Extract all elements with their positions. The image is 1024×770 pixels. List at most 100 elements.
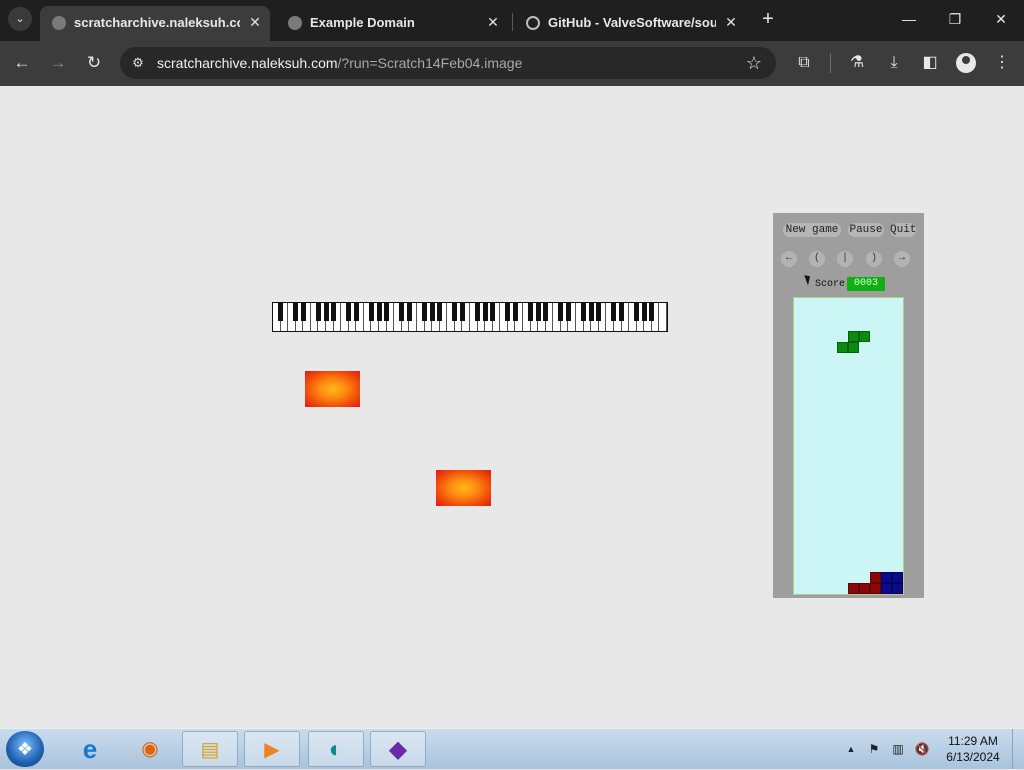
network-icon[interactable]: ▥ [890, 739, 906, 759]
labs-flask-icon[interactable]: ⚗ [846, 52, 868, 74]
black-key[interactable] [399, 303, 405, 321]
rotate-right-button[interactable]: ) [866, 251, 882, 267]
black-key[interactable] [611, 303, 617, 321]
black-key[interactable] [641, 303, 647, 321]
taskbar-clock[interactable]: 11:29 AM 6/13/2024 [942, 733, 1004, 765]
black-key[interactable] [346, 303, 352, 321]
close-window-button[interactable]: ✕ [986, 8, 1016, 30]
black-key[interactable] [369, 303, 374, 321]
settled-cell [859, 583, 870, 594]
black-key[interactable] [528, 303, 534, 321]
side-panel-icon[interactable]: ◧ [919, 52, 941, 74]
close-icon[interactable]: ✕ [246, 13, 264, 31]
extensions-icon[interactable]: ⧉ [793, 52, 815, 74]
rotate-left-button[interactable]: ( [809, 251, 825, 267]
black-key[interactable] [384, 303, 390, 321]
site-info-icon[interactable]: ⚙ [130, 55, 146, 71]
black-key[interactable] [558, 303, 564, 321]
black-key[interactable] [619, 303, 625, 321]
black-key[interactable] [596, 303, 602, 321]
show-desktop-button[interactable] [1012, 729, 1024, 769]
new-game-button[interactable]: New game [783, 223, 841, 237]
media-player-icon[interactable]: ▶ [244, 731, 300, 767]
close-icon[interactable]: ✕ [722, 13, 740, 31]
volume-muted-icon[interactable]: 🔇 [914, 739, 930, 759]
black-key[interactable] [323, 303, 329, 321]
black-key[interactable] [452, 303, 458, 321]
black-key[interactable] [429, 303, 435, 321]
black-key[interactable] [588, 303, 594, 321]
score-value: 0003 [847, 277, 885, 291]
page-content: New game Pause Quit ← ( | ) → Score: 000… [0, 86, 1024, 728]
tetris-board[interactable] [793, 297, 904, 595]
black-key[interactable] [406, 303, 412, 321]
file-explorer-icon[interactable]: ▤ [182, 731, 238, 767]
tab-example-domain[interactable]: Example Domain ✕ [276, 6, 508, 41]
piano-keyboard[interactable] [272, 302, 668, 332]
move-left-button[interactable]: ← [781, 251, 797, 267]
taskbar-glyph: ◆ [388, 736, 408, 763]
black-key[interactable] [581, 303, 587, 321]
internet-explorer-icon[interactable]: e [62, 731, 118, 767]
drop-button[interactable]: | [837, 251, 853, 267]
white-key[interactable] [659, 303, 667, 331]
tab-scratcharchive[interactable]: scratcharchive.naleksuh.com/? ✕ [40, 6, 270, 41]
forward-button[interactable]: → [47, 52, 69, 74]
black-key[interactable] [353, 303, 359, 321]
black-key[interactable] [300, 303, 306, 321]
close-icon[interactable]: ✕ [484, 13, 502, 31]
settled-cell [892, 572, 903, 583]
settled-cell [870, 583, 881, 594]
start-button[interactable]: ❖ [6, 731, 44, 767]
back-button[interactable]: ← [11, 52, 33, 74]
tab-title: scratcharchive.naleksuh.com/? [74, 15, 240, 30]
visual-studio-icon[interactable]: ◆ [370, 731, 426, 767]
move-right-button[interactable]: → [894, 251, 910, 267]
black-key[interactable] [482, 303, 488, 321]
show-hidden-icons-icon[interactable]: ▲ [843, 739, 859, 759]
pause-button[interactable]: Pause [848, 223, 884, 237]
black-key[interactable] [437, 303, 443, 321]
profile-avatar-icon[interactable] [956, 53, 976, 73]
black-key[interactable] [293, 303, 299, 321]
falling-piece-cell [848, 331, 859, 342]
browser-taskbar-icon[interactable]: ◐ [308, 731, 364, 767]
black-key[interactable] [649, 303, 655, 321]
tab-search-button[interactable]: ⌄ [8, 7, 32, 31]
black-key[interactable] [278, 303, 284, 321]
taskbar-glyph: ◉ [141, 738, 159, 760]
globe-icon [288, 16, 302, 30]
new-tab-button[interactable]: + [758, 9, 778, 29]
download-icon[interactable]: ⤓ [883, 52, 905, 74]
address-bar[interactable]: ⚙ scratcharchive.naleksuh.com/?run=Scrat… [120, 47, 776, 79]
black-key[interactable] [543, 303, 549, 321]
black-key[interactable] [566, 303, 571, 321]
taskbar-glyph: ▶ [264, 739, 280, 761]
black-key[interactable] [475, 303, 481, 321]
taskbar-glyph: ▤ [200, 739, 220, 761]
black-key[interactable] [459, 303, 465, 321]
tab-strip: ⌄ scratcharchive.naleksuh.com/? ✕ Exampl… [0, 0, 1024, 41]
black-key[interactable] [331, 303, 337, 321]
restore-button[interactable]: ❐ [940, 8, 970, 30]
black-key[interactable] [512, 303, 518, 321]
bookmark-star-icon[interactable]: ☆ [743, 52, 765, 74]
tetris-panel: New game Pause Quit ← ( | ) → Score: 000… [773, 213, 924, 598]
black-key[interactable] [634, 303, 640, 321]
quit-button[interactable]: Quit [890, 223, 916, 237]
black-key[interactable] [505, 303, 511, 321]
orange-block-sprite[interactable] [436, 470, 491, 506]
black-key[interactable] [315, 303, 321, 321]
reload-button[interactable]: ↻ [83, 52, 105, 74]
minimize-button[interactable]: — [894, 8, 924, 30]
black-key[interactable] [376, 303, 382, 321]
url-text[interactable]: scratcharchive.naleksuh.com/?run=Scratch… [157, 55, 522, 71]
firefox-icon[interactable]: ◉ [122, 731, 178, 767]
orange-block-sprite[interactable] [305, 371, 360, 407]
black-key[interactable] [535, 303, 541, 321]
tab-github[interactable]: GitHub - ValveSoftware/sourc ✕ [514, 6, 750, 41]
menu-kebab-icon[interactable]: ⋮ [991, 52, 1013, 74]
black-key[interactable] [422, 303, 428, 321]
action-center-flag-icon[interactable]: ⚑ [866, 739, 882, 759]
black-key[interactable] [490, 303, 496, 321]
